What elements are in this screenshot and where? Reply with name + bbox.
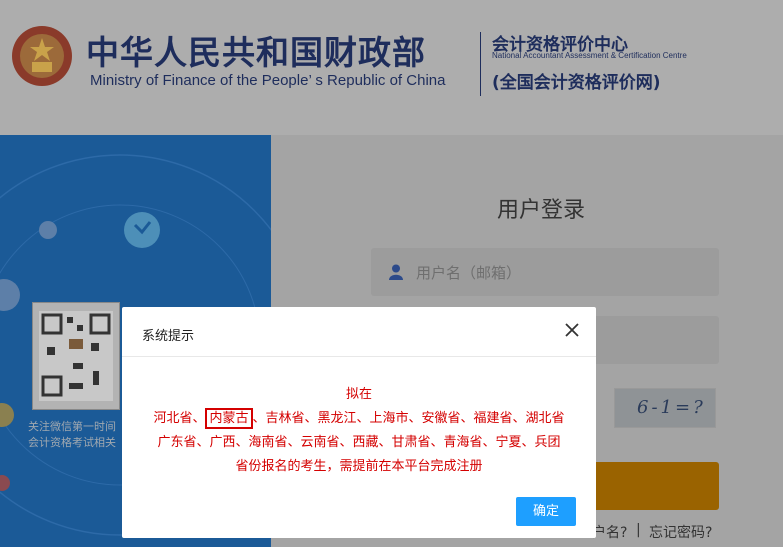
forgot-username-link[interactable]: 户名? <box>592 522 627 542</box>
notice-line-2: 河北省、 内蒙古 、吉林省、黑龙江、上海市、安徽省、福建省、湖北省 <box>122 407 596 429</box>
captcha-text: 6-1=? <box>637 397 706 418</box>
dialog-title: 系统提示 <box>142 329 195 344</box>
notice-line-2-start: 河北省、 <box>153 411 206 426</box>
captcha-image[interactable]: 6-1=? <box>614 388 716 428</box>
username-placeholder: 用户名（邮箱） <box>416 264 522 282</box>
dialog-header: 系统提示 <box>122 307 596 357</box>
wechat-qr-code <box>32 302 120 410</box>
confirm-button[interactable]: 确定 <box>516 497 576 526</box>
notice-line-4: 省份报名的考生，需提前在本平台完成注册 <box>235 459 483 474</box>
center-title-en: National Accountant Assessment & Certifi… <box>492 51 687 60</box>
center-website-name: (全国会计资格评价网) <box>492 73 661 93</box>
national-emblem-icon <box>12 26 72 86</box>
user-icon <box>389 264 403 280</box>
link-separator: | <box>636 522 641 538</box>
notice-line-3: 广东省、广西、海南省、云南省、西藏、甘肃省、青海省、宁夏、兵团 <box>157 435 561 450</box>
close-icon[interactable] <box>563 321 581 339</box>
site-header: 中华人民共和国财政部 Ministry of Finance of the Pe… <box>0 0 783 135</box>
system-notice-dialog: 系统提示 拟在 河北省、 内蒙古 、吉林省、黑龙江、上海市、安徽省、福建省、湖北省 … <box>122 307 596 538</box>
notice-line-2-end: 、吉林省、黑龙江、上海市、安徽省、福建省、湖北省 <box>252 411 565 426</box>
notice-line-1: 拟在 <box>345 387 372 402</box>
login-title: 用户登录 <box>497 198 586 223</box>
highlighted-province: 内蒙古 <box>205 408 253 429</box>
ministry-title-cn: 中华人民共和国财政部 <box>86 33 426 72</box>
ministry-title-en: Ministry of Finance of the People’ s Rep… <box>90 72 446 89</box>
username-input[interactable]: 用户名（邮箱） <box>371 248 719 296</box>
forgot-password-link[interactable]: 忘记密码? <box>649 522 712 542</box>
follow-text-line2: 会计资格考试相关 <box>28 436 116 449</box>
follow-text-line1: 关注微信第一时间 <box>28 420 116 433</box>
header-divider <box>480 32 481 96</box>
